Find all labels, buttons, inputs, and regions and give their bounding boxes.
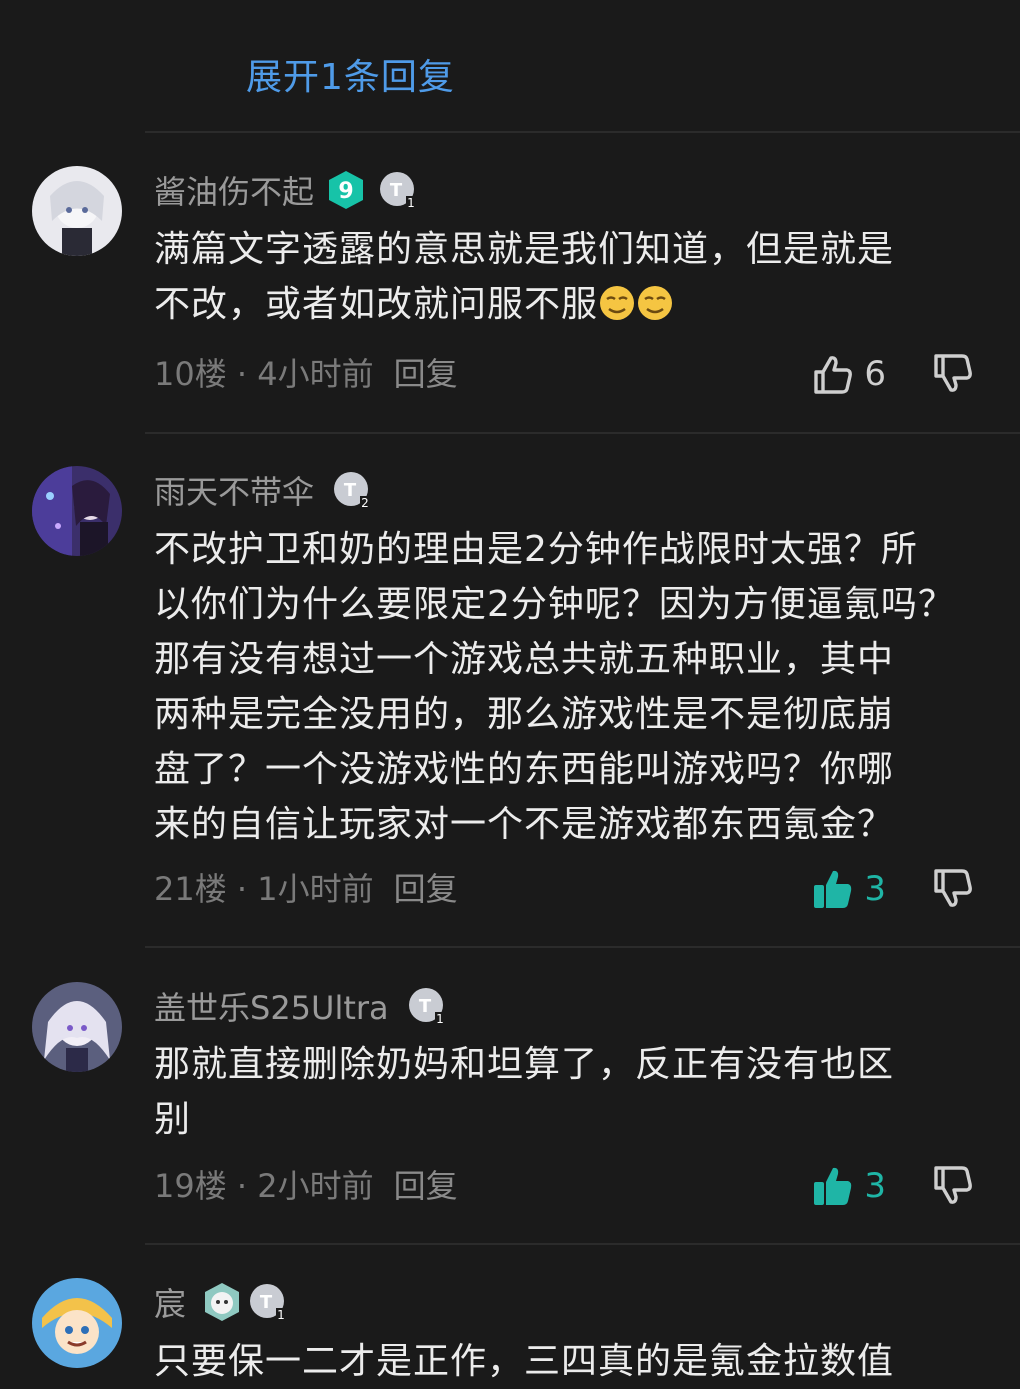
timestamp: 1小时前: [257, 870, 374, 908]
thumbs-up-filled-icon: [814, 870, 852, 908]
like-count: 3: [864, 869, 886, 909]
thumbs-up-filled-icon: [814, 1167, 852, 1205]
comment-meta: 21楼 · 1小时前 回复: [154, 867, 458, 911]
dislike-button[interactable]: [930, 1164, 974, 1208]
like-count: 3: [864, 1166, 886, 1206]
avatar[interactable]: [32, 982, 122, 1072]
timestamp: 2小时前: [257, 1167, 374, 1205]
comment-body: 满篇文字透露的意思就是我们知道，但是就是 不改，或者如改就问服不服: [154, 222, 994, 332]
comment-body-line: 不改，或者如改就问服不服: [154, 284, 599, 325]
title-badge-icon: T 1: [248, 1282, 288, 1322]
comment-body-line: 满篇文字透露的意思就是我们知道，但是就是: [154, 229, 895, 270]
comment-header: 雨天不带伞 T 2: [154, 468, 372, 512]
comment-body-line: 只要保一二才是正作，三四真的是氪金拉数值: [154, 1341, 895, 1382]
svg-text:9: 9: [338, 179, 353, 204]
username[interactable]: 宸: [154, 1279, 186, 1325]
reply-button[interactable]: 回复: [394, 870, 458, 908]
thumbs-down-outline-icon: [934, 1166, 972, 1204]
thumbs-down-outline-icon: [934, 354, 972, 392]
comment-meta: 10楼 · 4小时前 回复: [154, 352, 458, 396]
comment-body-line: 盘了？一个没游戏性的东西能叫游戏吗？你哪: [154, 749, 895, 790]
reply-button[interactable]: 回复: [394, 355, 458, 393]
smirk-face-icon: [636, 283, 674, 321]
comment-actions: 3: [810, 865, 974, 913]
svg-text:2: 2: [361, 496, 369, 510]
comment-body-line: 那就直接删除奶妈和坦算了，反正有没有也区: [154, 1044, 895, 1085]
title-badge-icon: T 1: [407, 986, 447, 1026]
divider: [145, 432, 1020, 434]
comment-header: 宸 T 1: [154, 1280, 288, 1324]
reply-button[interactable]: 回复: [394, 1167, 458, 1205]
comment-body-line: 以你们为什么要限定2分钟呢？因为方便逼氪吗？: [154, 584, 955, 625]
comment-body-line: 那有没有想过一个游戏总共就五种职业，其中: [154, 639, 895, 680]
comment-header: 盖世乐S25Ultra T 1: [154, 984, 447, 1028]
floor-number: 21楼: [154, 870, 227, 908]
svg-text:T: T: [390, 180, 403, 201]
floor-number: 10楼: [154, 355, 227, 393]
timestamp: 4小时前: [257, 355, 374, 393]
avatar[interactable]: [32, 1278, 122, 1368]
comment-header: 酱油伤不起 9 T 1: [154, 168, 418, 212]
previous-comment-meta-fragment: [240, 0, 1000, 8]
title-badge-icon: T 1: [378, 170, 418, 210]
username[interactable]: 酱油伤不起: [154, 167, 314, 213]
like-button[interactable]: 3: [810, 867, 886, 911]
svg-text:T: T: [344, 480, 357, 501]
username[interactable]: 雨天不带伞: [154, 467, 314, 513]
comment-body: 那就直接删除奶妈和坦算了，反正有没有也区 别: [154, 1037, 994, 1147]
thumbs-down-outline-icon: [934, 869, 972, 907]
title-badge-icon: T 2: [332, 470, 372, 510]
thumbs-up-outline-icon: [814, 356, 853, 394]
avatar[interactable]: [32, 466, 122, 556]
username[interactable]: 盖世乐S25Ultra: [154, 983, 389, 1029]
svg-text:1: 1: [407, 196, 415, 210]
meta-separator: ·: [226, 355, 258, 393]
comment-body-line: 两种是完全没用的，那么游戏性是不是彻底崩: [154, 694, 895, 735]
comment-meta: 19楼 · 2小时前 回复: [154, 1164, 458, 1208]
svg-text:T: T: [419, 996, 432, 1017]
comment-body-line: 来的自信让玩家对一个不是游戏都东西氪金？: [154, 804, 895, 845]
expand-replies-link[interactable]: 展开1条回复: [246, 48, 455, 100]
fan-badge-icon: [202, 1282, 242, 1322]
smirk-face-icon: [598, 283, 636, 321]
dislike-button[interactable]: [930, 867, 974, 911]
dislike-button[interactable]: [930, 352, 974, 396]
comment-body-line-with-emoji: 不改，或者如改就问服不服: [154, 277, 994, 332]
comment-actions: 3: [810, 1162, 974, 1210]
like-count: 6: [864, 354, 886, 394]
meta-separator: ·: [226, 1167, 258, 1205]
previous-comment-actions-fragment: [800, 0, 960, 8]
meta-separator: ·: [226, 870, 258, 908]
divider: [145, 131, 1020, 133]
like-button[interactable]: 6: [810, 352, 886, 396]
comment-body: 只要保一二才是正作，三四真的是氪金拉数值: [154, 1334, 994, 1389]
like-button[interactable]: 3: [810, 1164, 886, 1208]
svg-text:1: 1: [436, 1012, 444, 1026]
divider: [145, 1243, 1020, 1245]
svg-text:T: T: [260, 1292, 273, 1313]
svg-text:1: 1: [277, 1308, 285, 1322]
comment-body: 不改护卫和奶的理由是2分钟作战限时太强？所 以你们为什么要限定2分钟呢？因为方便…: [154, 522, 994, 852]
comment-actions: 6: [810, 350, 974, 398]
level-badge-icon: 9: [326, 170, 366, 210]
divider: [145, 946, 1020, 948]
avatar[interactable]: [32, 166, 122, 256]
floor-number: 19楼: [154, 1167, 227, 1205]
comment-body-line: 别: [154, 1099, 192, 1140]
comment-body-line: 不改护卫和奶的理由是2分钟作战限时太强？所: [154, 529, 918, 570]
